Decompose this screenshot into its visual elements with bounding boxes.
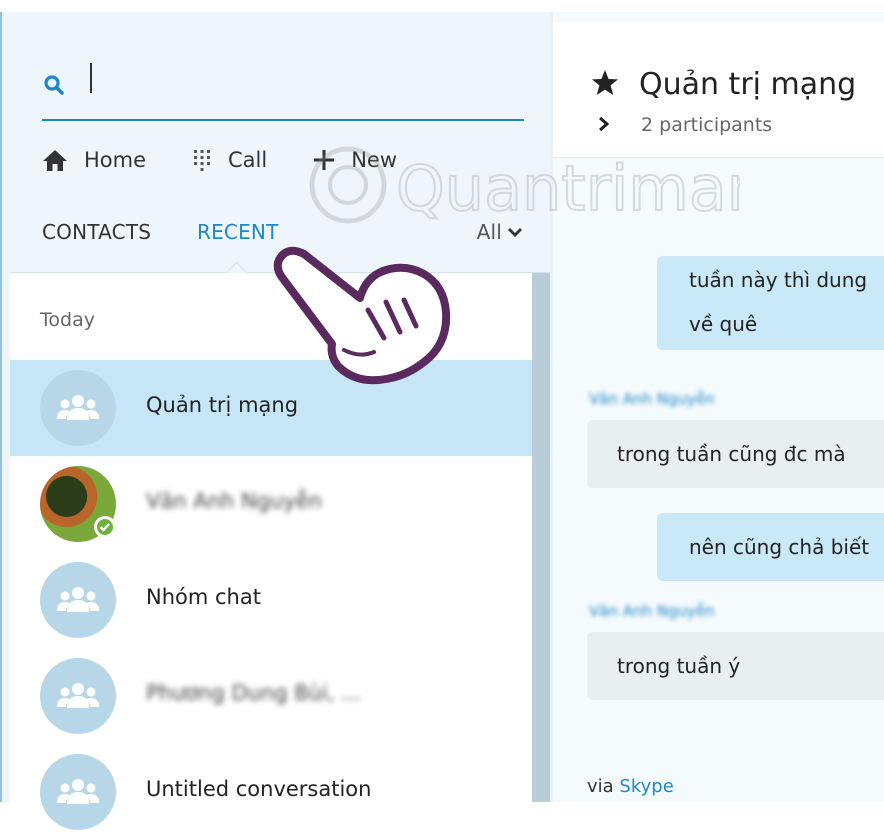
via-prefix: via [587, 776, 614, 797]
list-scrollbar[interactable] [532, 273, 550, 802]
pointing-hand-icon [273, 246, 451, 385]
plus-icon [314, 150, 335, 170]
conversation-name: Nhóm chat [146, 585, 261, 609]
new-label: New [351, 148, 398, 172]
message-text: trong tuần cũng đc mà [617, 442, 846, 466]
message-outgoing: tuần này thì dung về quê [657, 256, 884, 350]
message-outgoing: nên cũng chả biết [657, 513, 884, 581]
dialpad-icon [194, 150, 211, 171]
filter-label: All [476, 220, 502, 244]
conversation-title: Quản trị mạng [639, 67, 857, 102]
message-text: tuần này thì dung [689, 268, 868, 292]
search-field[interactable] [42, 57, 524, 121]
home-icon [43, 150, 67, 171]
tab-contacts[interactable]: CONTACTS [42, 220, 151, 244]
list-item[interactable]: Phương Dung Bùi, ... [10, 648, 532, 744]
search-input[interactable] [90, 63, 92, 93]
favorite-star-icon[interactable] [591, 69, 619, 97]
call-label: Call [228, 148, 268, 172]
group-avatar [40, 562, 116, 638]
conversation-header: Quản trị mạng 2 participants [553, 22, 884, 158]
list-item[interactable]: Untitled conversation [10, 744, 532, 840]
group-avatar [40, 370, 116, 446]
chevron-right-icon[interactable] [597, 116, 611, 132]
via-skype-note: via Skype [587, 776, 674, 797]
window-top-strip [0, 0, 884, 12]
home-label: Home [84, 148, 147, 172]
message-text: trong tuần ý [617, 654, 741, 678]
conversation-name: Phương Dung Bùi, ... [146, 681, 362, 705]
message-incoming: trong tuần ý [587, 632, 884, 700]
search-icon [44, 75, 64, 95]
call-button[interactable]: Call [192, 148, 267, 172]
tab-recent[interactable]: RECENT [197, 220, 279, 244]
group-icon [57, 683, 99, 708]
list-item[interactable]: Văn Anh Nguyễn [10, 456, 532, 552]
nav-bar: Home Call New [42, 142, 443, 178]
group-icon [57, 395, 99, 420]
online-status-icon [94, 516, 116, 538]
sender-name: Văn Anh Nguyễn [589, 390, 715, 408]
group-avatar [40, 658, 116, 734]
skype-link[interactable]: Skype [619, 776, 673, 797]
conversation-pane: Quản trị mạng 2 participants tuần này th… [553, 12, 884, 802]
message-incoming: trong tuần cũng đc mà [587, 420, 884, 488]
message-text: về quê [689, 312, 758, 336]
message-text: nên cũng chả biết [689, 535, 870, 559]
filter-dropdown[interactable]: All [477, 220, 524, 244]
new-button[interactable]: New [313, 148, 397, 172]
section-header-today: Today [40, 309, 95, 331]
list-item[interactable]: Nhóm chat [10, 552, 532, 648]
group-icon [57, 587, 99, 612]
participants-link[interactable]: 2 participants [641, 114, 772, 136]
group-avatar [40, 754, 116, 830]
sender-name: Văn Anh Nguyễn [589, 602, 715, 620]
conversation-name: Untitled conversation [146, 777, 372, 801]
conversation-name: Văn Anh Nguyễn [146, 489, 322, 513]
conversation-name: Quản trị mạng [146, 393, 299, 417]
home-button[interactable]: Home [42, 148, 146, 172]
chevron-down-icon [508, 228, 522, 237]
